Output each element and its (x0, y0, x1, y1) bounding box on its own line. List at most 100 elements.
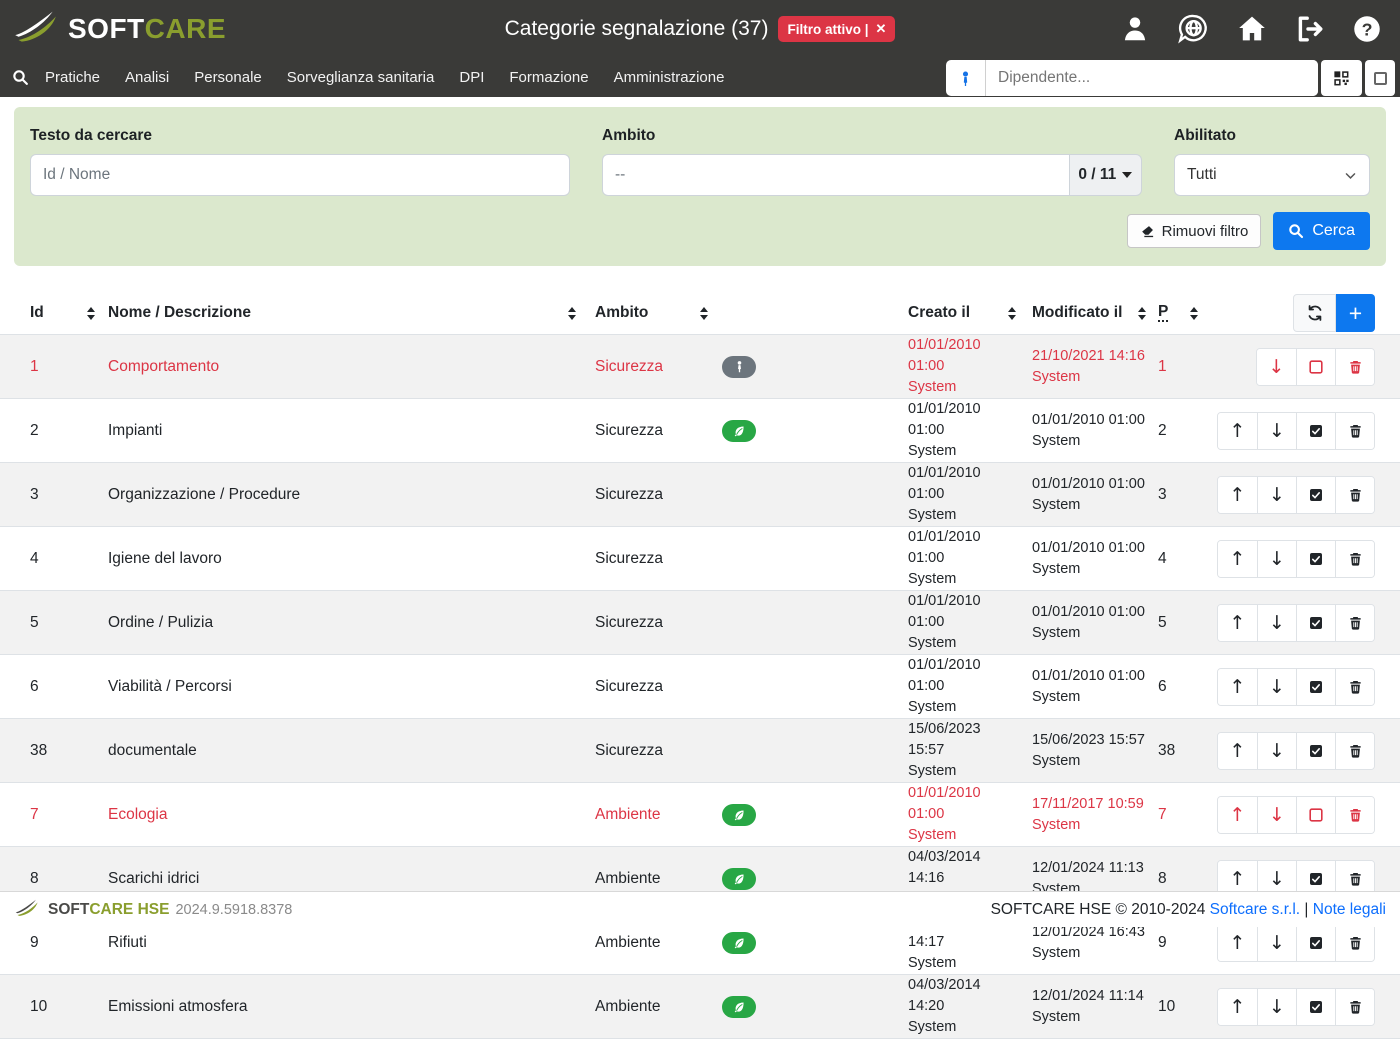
move-down-button[interactable]: ↓ (1257, 733, 1296, 769)
filter-active-badge[interactable]: Filtro attivo | ✕ (778, 16, 895, 42)
nav-item-amministrazione[interactable]: Amministrazione (614, 69, 725, 86)
row-modified-by: System (1032, 431, 1146, 452)
enabled-checkbox-button[interactable] (1296, 925, 1335, 961)
nav-item-formazione[interactable]: Formazione (509, 69, 588, 86)
sort-icon[interactable] (87, 307, 95, 320)
nav-item-sorveglianza-sanitaria[interactable]: Sorveglianza sanitaria (287, 69, 435, 86)
enabled-checkbox-button[interactable] (1296, 989, 1335, 1025)
text-search-input[interactable] (30, 154, 570, 196)
row-name-link[interactable]: Scarichi idrici (108, 870, 199, 887)
add-category-button[interactable]: + (1336, 294, 1375, 332)
row-name-link[interactable]: Ecologia (108, 806, 167, 823)
fullscreen-button[interactable] (1365, 60, 1395, 96)
delete-button[interactable] (1335, 605, 1374, 641)
nav-item-dpi[interactable]: DPI (459, 69, 484, 86)
row-modified-by: System (1032, 943, 1146, 964)
row-name-link[interactable]: Igiene del lavoro (108, 550, 222, 567)
move-up-button[interactable]: ↑ (1218, 413, 1257, 449)
move-up-button[interactable]: ↑ (1218, 477, 1257, 513)
sort-icon[interactable] (1138, 307, 1146, 320)
row-ambito: Ambiente (595, 934, 660, 951)
ambito-input[interactable] (602, 154, 1070, 196)
delete-button[interactable] (1335, 989, 1374, 1025)
delete-button[interactable] (1335, 413, 1374, 449)
logout-icon[interactable] (1294, 13, 1326, 45)
row-ambito: Sicurezza (595, 422, 663, 439)
enabled-checkbox-button[interactable] (1296, 541, 1335, 577)
employee-person-icon[interactable] (946, 60, 986, 96)
help-icon[interactable]: ? (1352, 14, 1382, 44)
enabled-checkbox-button[interactable] (1296, 413, 1335, 449)
search-icon[interactable] (12, 69, 29, 86)
move-up-button[interactable]: ↑ (1218, 669, 1257, 705)
delete-button[interactable] (1335, 541, 1374, 577)
language-icon[interactable] (1176, 12, 1210, 46)
sort-icon[interactable] (700, 307, 708, 320)
enabled-checkbox-button[interactable] (1296, 733, 1335, 769)
delete-button[interactable] (1335, 669, 1374, 705)
move-down-button[interactable]: ↓ (1257, 925, 1296, 961)
row-modified-by: System (1032, 751, 1146, 772)
row-created-by: System (908, 633, 1016, 654)
move-up-button[interactable]: ↑ (1218, 605, 1257, 641)
abilitato-select[interactable]: Tutti (1174, 154, 1370, 196)
row-name-link[interactable]: Organizzazione / Procedure (108, 486, 300, 503)
row-name-link[interactable]: documentale (108, 742, 197, 759)
row-name-link[interactable]: Rifiuti (108, 934, 147, 951)
enabled-checkbox-button[interactable] (1296, 669, 1335, 705)
row-created: 01/01/2010 01:00 (908, 399, 1016, 441)
row-modified-by: System (1032, 687, 1146, 708)
delete-button[interactable] (1335, 349, 1374, 385)
row-name-link[interactable]: Comportamento (108, 358, 219, 375)
enabled-checkbox-button[interactable] (1296, 605, 1335, 641)
move-up-button[interactable]: ↑ (1218, 989, 1257, 1025)
user-profile-icon[interactable] (1120, 14, 1150, 44)
move-down-button[interactable]: ↓ (1257, 413, 1296, 449)
sort-icon[interactable] (568, 307, 576, 320)
move-up-button[interactable]: ↑ (1218, 733, 1257, 769)
ambito-count-dropdown[interactable]: 0 / 11 (1070, 154, 1142, 196)
row-name-link[interactable]: Ordine / Pulizia (108, 614, 213, 631)
arrow-down-icon: ↓ (1269, 612, 1285, 634)
move-down-button[interactable]: ↓ (1257, 669, 1296, 705)
row-created-by: System (908, 1017, 1016, 1038)
legal-notes-link[interactable]: Note legali (1313, 901, 1386, 918)
delete-button[interactable] (1335, 733, 1374, 769)
move-down-button[interactable]: ↓ (1257, 477, 1296, 513)
nav-item-personale[interactable]: Personale (194, 69, 262, 86)
delete-button[interactable] (1335, 477, 1374, 513)
search-button[interactable]: Cerca (1273, 212, 1370, 250)
sort-icon[interactable] (1190, 307, 1198, 320)
move-up-button[interactable]: ↑ (1218, 797, 1257, 833)
row-name-link[interactable]: Viabilità / Percorsi (108, 678, 232, 695)
row-actions: ↑↓ (1217, 796, 1375, 834)
enabled-checkbox-button[interactable] (1296, 797, 1335, 833)
home-icon[interactable] (1236, 13, 1268, 45)
move-down-button[interactable]: ↓ (1257, 989, 1296, 1025)
delete-button[interactable] (1335, 797, 1374, 833)
company-link[interactable]: Softcare s.r.l. (1210, 901, 1300, 918)
refresh-button[interactable] (1293, 294, 1336, 332)
move-down-button[interactable]: ↓ (1257, 605, 1296, 641)
move-up-button[interactable]: ↑ (1218, 541, 1257, 577)
row-name-link[interactable]: Emissioni atmosfera (108, 998, 248, 1015)
sort-icon[interactable] (1008, 307, 1016, 320)
clear-filter-icon[interactable]: ✕ (875, 21, 886, 37)
move-down-button[interactable]: ↓ (1257, 349, 1296, 385)
employee-search-input[interactable] (986, 60, 1318, 96)
move-up-button[interactable]: ↑ (1218, 925, 1257, 961)
nav-item-pratiche[interactable]: Pratiche (45, 69, 100, 86)
delete-button[interactable] (1335, 925, 1374, 961)
row-actions: ↑↓ (1217, 540, 1375, 578)
enabled-checkbox-button[interactable] (1296, 477, 1335, 513)
enabled-checkbox-button[interactable] (1296, 349, 1335, 385)
row-name-link[interactable]: Impianti (108, 422, 162, 439)
nav-item-analisi[interactable]: Analisi (125, 69, 169, 86)
qr-code-button[interactable] (1321, 60, 1362, 96)
move-down-button[interactable]: ↓ (1257, 541, 1296, 577)
row-created-by: System (908, 569, 1016, 590)
move-down-button[interactable]: ↓ (1257, 797, 1296, 833)
checkbox-checked-icon (1308, 423, 1324, 439)
remove-filter-button[interactable]: Rimuovi filtro (1127, 214, 1262, 248)
trash-icon (1348, 935, 1363, 951)
